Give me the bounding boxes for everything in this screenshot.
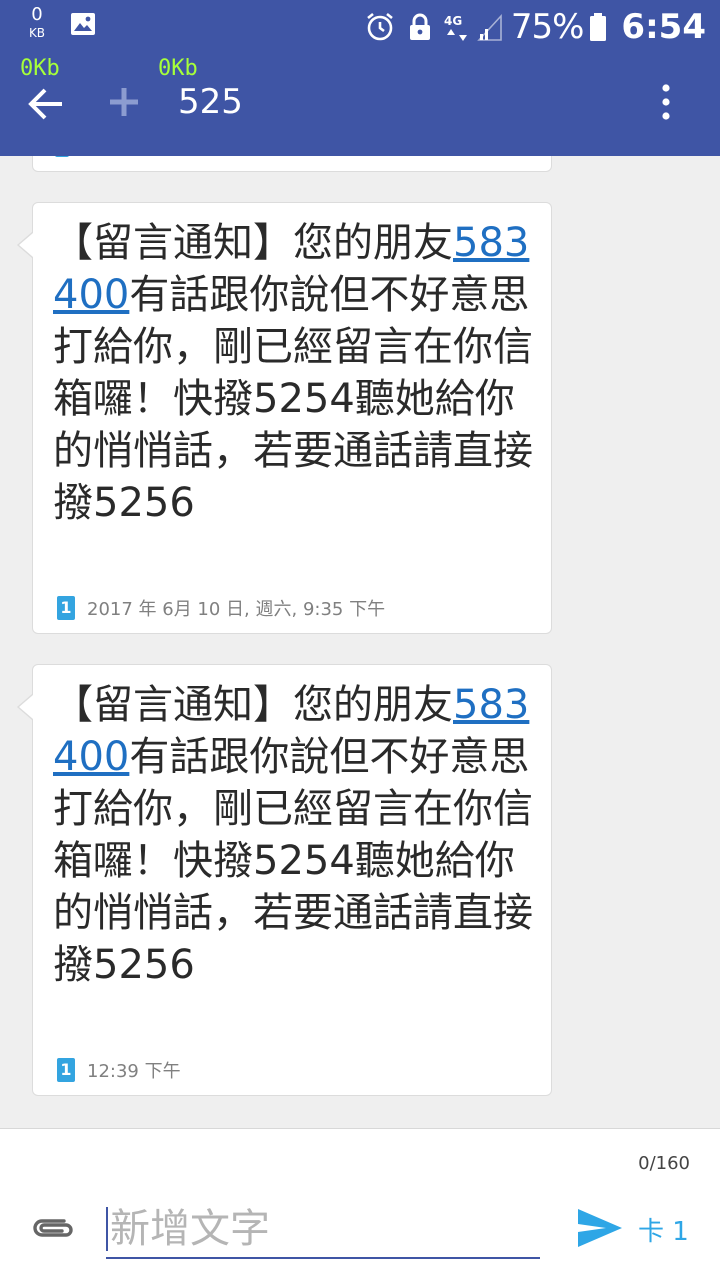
network-label: 4G [444, 14, 462, 28]
lock-icon [409, 13, 430, 40]
sim-selector-label[interactable]: 卡 1 [638, 1211, 689, 1248]
send-icon[interactable] [576, 1207, 624, 1249]
add-recipient-icon[interactable] [106, 84, 142, 120]
message-bubble-partial[interactable] [32, 156, 552, 172]
back-arrow-icon[interactable] [26, 84, 66, 124]
battery-percent: 75% [510, 7, 585, 47]
message-meta: 1 12:39 下午 [57, 1057, 181, 1083]
alarm-icon [367, 12, 393, 41]
message-bubble[interactable]: 【留言通知】您的朋友583400有話跟你說但不好意思打給你，剛已經留言在你信箱囉… [17, 202, 552, 634]
sim-badge-partial [55, 156, 69, 157]
data-rate-unit: KB [28, 26, 46, 40]
bubble-tail [19, 233, 33, 257]
status-right-group: 4G 75% 6:54 [365, 6, 706, 48]
network-4g-icon: 4G [444, 14, 467, 41]
status-bar: 0 KB 4G 75% 6:54 [0, 0, 720, 56]
message-text: 【留言通知】您的朋友583400有話跟你說但不好意思打給你，剛已經留言在你信箱囉… [53, 679, 533, 991]
message-input-placeholder: 新增文字 [110, 1206, 270, 1252]
conversation-title[interactable]: 525 [178, 82, 243, 122]
attachment-icon[interactable] [30, 1211, 76, 1245]
status-clock: 6:54 [621, 7, 706, 47]
app-bar: 0 KB 4G 75% 6:54 0Kb 0Kb 525 [0, 0, 720, 156]
sim-badge: 1 [57, 596, 75, 620]
image-notification-icon [71, 13, 95, 35]
message-list[interactable]: 【留言通知】您的朋友583400有話跟你說但不好意思打給你，剛已經留言在你信箱囉… [0, 156, 720, 1128]
speed-meter-right: 0Kb [158, 56, 198, 81]
data-rate-value: 0 [31, 4, 43, 25]
sim-badge: 1 [57, 1058, 75, 1082]
more-options-icon[interactable] [656, 82, 676, 122]
compose-bar: 0/160 新增文字 卡 1 [0, 1128, 720, 1280]
message-meta: 1 2017 年 6月 10 日, 週六, 9:35 下午 [57, 595, 385, 621]
message-prefix: 【留言通知】您的朋友 [53, 220, 453, 266]
signal-icon [477, 13, 502, 41]
speed-meter-left: 0Kb [20, 56, 60, 81]
message-timestamp: 2017 年 6月 10 日, 週六, 9:35 下午 [87, 599, 386, 620]
data-rate-indicator: 0 KB [24, 4, 50, 40]
message-bubble[interactable]: 【留言通知】您的朋友583400有話跟你說但不好意思打給你，剛已經留言在你信箱囉… [17, 664, 552, 1096]
character-counter: 0/160 [638, 1153, 690, 1174]
message-prefix: 【留言通知】您的朋友 [53, 682, 453, 728]
message-input[interactable]: 新增文字 [106, 1201, 540, 1259]
message-text: 【留言通知】您的朋友583400有話跟你說但不好意思打給你，剛已經留言在你信箱囉… [53, 217, 533, 529]
text-caret [106, 1207, 108, 1251]
message-timestamp: 12:39 下午 [87, 1061, 181, 1082]
bubble-tail [19, 695, 33, 719]
battery-icon [590, 13, 607, 41]
